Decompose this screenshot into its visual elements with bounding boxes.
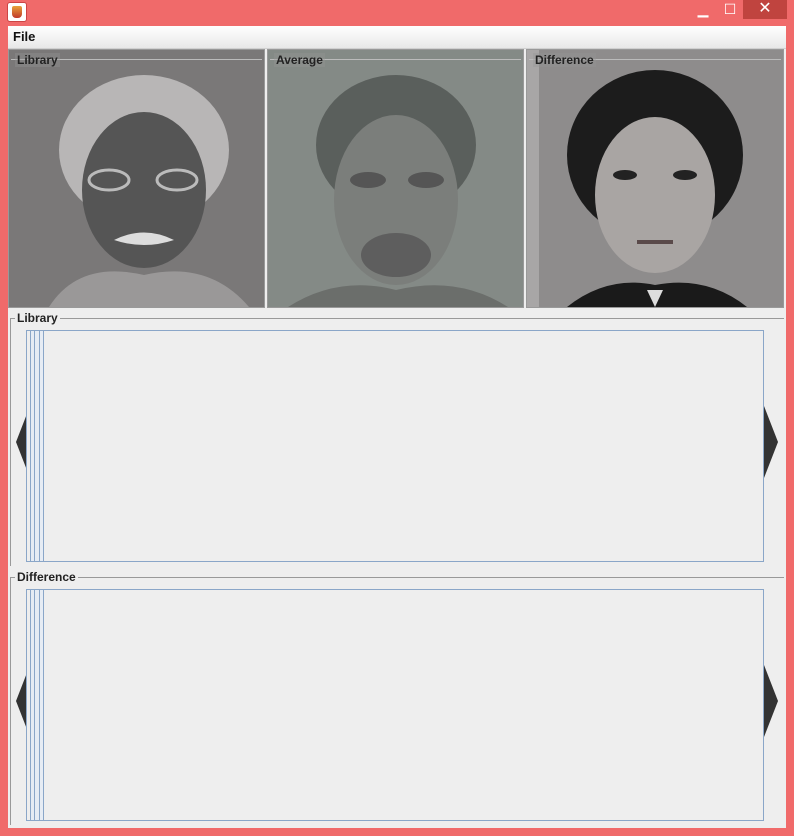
title-bar: ▁ ☐ ✕ (0, 0, 794, 26)
window-content: File Library Average Difference Library … (8, 26, 786, 828)
maximize-button[interactable]: ☐ (717, 0, 743, 19)
difference-section: Difference (10, 570, 784, 825)
menu-bar: File (8, 26, 786, 49)
thumbnail-handle[interactable] (30, 331, 44, 561)
right-arrow-icon[interactable] (764, 406, 778, 478)
close-button[interactable]: ✕ (743, 0, 787, 19)
library-section-title: Library (15, 311, 60, 325)
average-panel-title: Average (274, 53, 325, 67)
menu-file[interactable]: File (13, 29, 35, 44)
difference-panel-title: Difference (533, 53, 596, 67)
library-image-panel: Library (8, 49, 265, 308)
library-thumbnail-strip[interactable] (26, 330, 764, 562)
library-panel-title: Library (15, 53, 60, 67)
difference-image-panel: Difference (526, 49, 784, 308)
difference-face-image (527, 50, 783, 307)
average-face-image (268, 50, 523, 307)
difference-thumbnail-strip[interactable] (26, 589, 764, 821)
library-section: Library (10, 311, 784, 566)
library-face-image (9, 50, 264, 307)
difference-section-title: Difference (15, 570, 78, 584)
minimize-button[interactable]: ▁ (690, 0, 716, 19)
thumbnail-handle[interactable] (30, 590, 44, 820)
java-cup-icon[interactable] (8, 3, 26, 21)
right-arrow-icon[interactable] (764, 665, 778, 737)
average-image-panel: Average (267, 49, 524, 308)
